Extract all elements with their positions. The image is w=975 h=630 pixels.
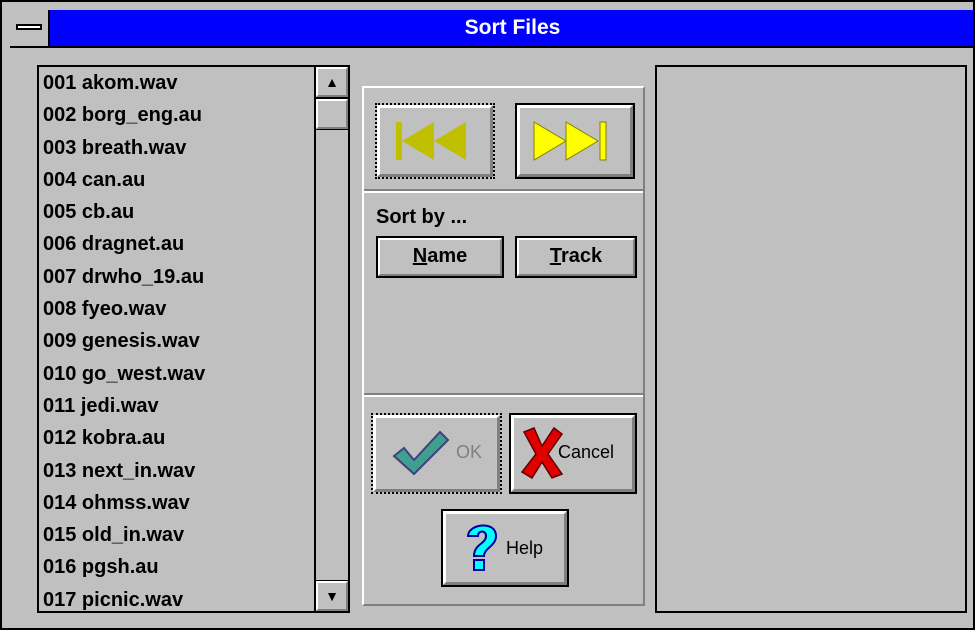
sort-by-label: Sort by ... (376, 206, 468, 228)
controls-panel: Sort by ... Name Track OK Cancel Help (362, 86, 645, 606)
list-item[interactable]: 004 can.au (39, 164, 314, 196)
list-item[interactable]: 002 borg_eng.au (39, 99, 314, 131)
sort-by-track-button[interactable]: Track (515, 236, 637, 278)
window-frame: Sort Files 001 akom.wav 002 borg_eng.au 00… (2, 2, 973, 628)
separator-top (364, 189, 643, 193)
ok-label: OK (456, 442, 483, 462)
list-item[interactable]: 014 ohmss.wav (39, 487, 314, 519)
list-item[interactable]: 011 jedi.wav (39, 390, 314, 422)
scroll-down-button[interactable]: ▼ (315, 580, 349, 612)
preview-panel (655, 65, 967, 613)
track-button-label: rack (560, 245, 603, 267)
file-list-items: 001 akom.wav 002 borg_eng.au 003 breath.wa… (39, 67, 314, 611)
list-item[interactable]: 007 drwho_19.au (39, 261, 314, 293)
help-button[interactable]: Help (441, 509, 569, 587)
help-label: Help (506, 538, 544, 558)
list-item[interactable]: 001 akom.wav (39, 67, 314, 99)
list-item[interactable]: 016 pgsh.au (39, 551, 314, 583)
track-mnemonic: T (549, 245, 561, 267)
cancel-label: Cancel (558, 442, 615, 462)
ok-button[interactable]: OK (371, 413, 502, 494)
arrow-up-icon: ▲ (325, 74, 339, 90)
sort-by-name-button[interactable]: Name (376, 236, 504, 278)
skip-to-end-icon (533, 121, 607, 161)
list-item[interactable]: 012 kobra.au (39, 422, 314, 454)
scroll-thumb[interactable] (315, 98, 349, 130)
list-item[interactable]: 003 breath.wav (39, 132, 314, 164)
move-to-first-button[interactable] (375, 103, 495, 179)
separator-bottom (364, 393, 643, 397)
list-item[interactable]: 009 genesis.wav (39, 325, 314, 357)
move-to-last-button[interactable] (515, 103, 635, 179)
arrow-down-icon: ▼ (325, 588, 339, 604)
list-item[interactable]: 013 next_in.wav (39, 455, 314, 487)
list-item[interactable]: 006 dragnet.au (39, 228, 314, 260)
name-mnemonic: N (412, 245, 428, 267)
list-item[interactable]: 010 go_west.wav (39, 358, 314, 390)
list-item[interactable]: 008 fyeo.wav (39, 293, 314, 325)
dialog-client-area: 001 akom.wav 002 borg_eng.au 003 breath.wa… (10, 48, 973, 620)
list-item[interactable]: 015 old_in.wav (39, 519, 314, 551)
sort-files-window: Sort Files 001 akom.wav 002 borg_eng.au 00… (0, 0, 975, 630)
list-item[interactable]: 017 picnic.wav (39, 584, 314, 611)
vertical-scrollbar[interactable]: ▲ ▼ (314, 66, 349, 612)
cancel-button[interactable]: Cancel (509, 413, 637, 494)
name-button-label: ame (427, 245, 468, 267)
skip-to-start-icon (396, 122, 466, 160)
window-title: Sort Files (464, 16, 561, 39)
question-mark-icon (466, 524, 498, 571)
list-item[interactable]: 005 cb.au (39, 196, 314, 228)
scroll-up-button[interactable]: ▲ (315, 66, 349, 98)
file-list[interactable]: 001 akom.wav 002 borg_eng.au 003 breath.wa… (37, 65, 350, 613)
system-menu-icon[interactable] (10, 10, 50, 46)
title-bar[interactable]: Sort Files (10, 10, 973, 48)
checkmark-icon (392, 430, 450, 476)
